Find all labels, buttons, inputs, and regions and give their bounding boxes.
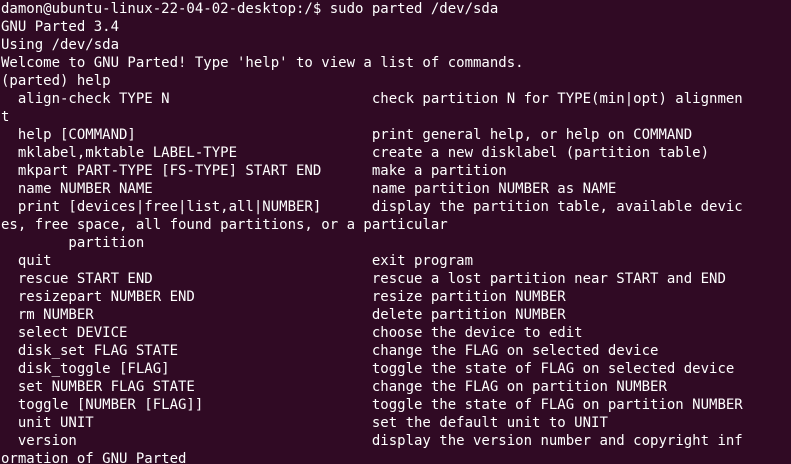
help-print-line: print [devices|free|list,all|NUMBER] dis…: [1, 199, 743, 215]
help-unit-line: unit UNIT set the default unit to UNIT: [1, 415, 608, 431]
help-resizepart-line: resizepart NUMBER END resize partition N…: [1, 289, 566, 305]
parted-help-prompt-line: (parted) help: [1, 73, 111, 89]
command-prompt-line: damon@ubuntu-linux-22-04-02-desktop:/$ s…: [1, 1, 499, 17]
help-mklabel-line: mklabel,mktable LABEL-TYPE create a new …: [1, 145, 710, 161]
help-quit-line: quit exit program: [1, 253, 474, 269]
help-mkpart-line: mkpart PART-TYPE [FS-TYPE] START END mak…: [1, 163, 507, 179]
help-disk-toggle-line: disk_toggle [FLAG] toggle the state of F…: [1, 361, 735, 377]
terminal-window[interactable]: damon@ubuntu-linux-22-04-02-desktop:/$ s…: [0, 0, 791, 464]
help-print-wrap-line-2: partition: [1, 235, 145, 251]
help-rm-line: rm NUMBER delete partition NUMBER: [1, 307, 566, 323]
help-help-line: help [COMMAND] print general help, or he…: [1, 127, 693, 143]
help-version-line: version display the version number and c…: [1, 433, 743, 449]
help-version-wrap-line: ormation of GNU Parted: [1, 451, 187, 464]
help-rescue-line: rescue START END rescue a lost partition…: [1, 271, 726, 287]
help-name-line: name NUMBER NAME name partition NUMBER a…: [1, 181, 617, 197]
help-set-line: set NUMBER FLAG STATE change the FLAG on…: [1, 379, 667, 395]
parted-version-line: GNU Parted 3.4: [1, 19, 120, 35]
help-select-line: select DEVICE choose the device to edit: [1, 325, 583, 341]
using-device-line: Using /dev/sda: [1, 37, 120, 53]
welcome-line: Welcome to GNU Parted! Type 'help' to vi…: [1, 55, 524, 71]
help-disk-set-line: disk_set FLAG STATE change the FLAG on s…: [1, 343, 659, 359]
help-toggle-line: toggle [NUMBER [FLAG]] toggle the state …: [1, 397, 743, 413]
help-align-check-wrap-line: t: [1, 109, 10, 125]
help-align-check-line: align-check TYPE N check partition N for…: [1, 91, 743, 107]
help-print-wrap-line: es, free space, all found partitions, or…: [1, 217, 448, 233]
